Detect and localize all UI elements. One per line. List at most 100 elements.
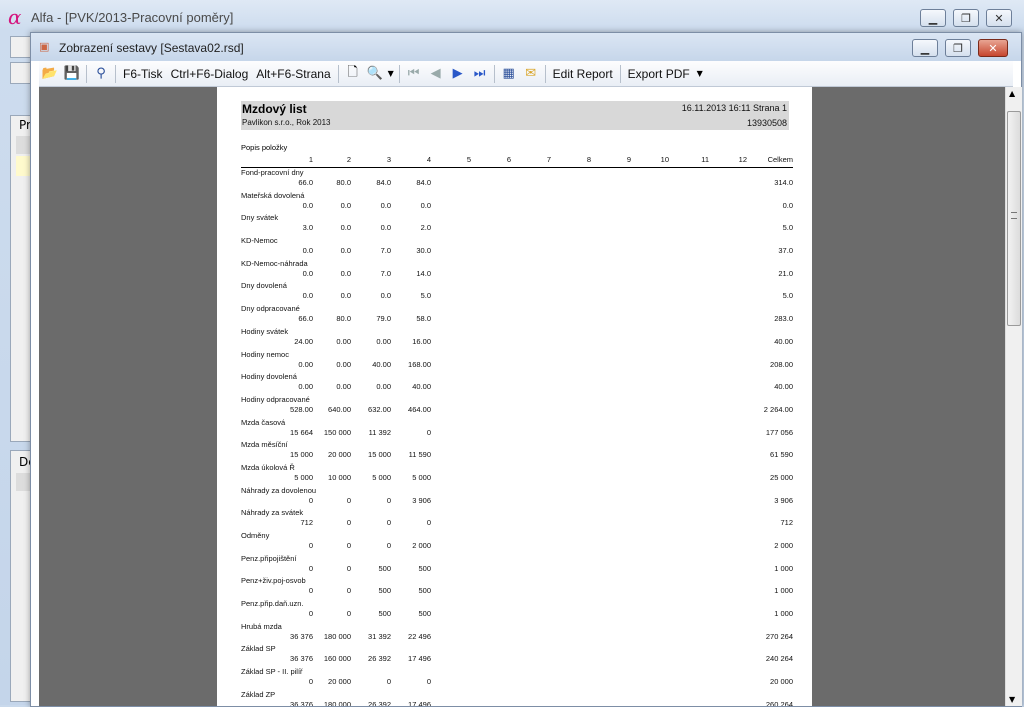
row-value: 0 xyxy=(308,609,313,619)
row-value: 500 xyxy=(418,563,431,573)
report-subtitle: Pavlikon s.r.o., Rok 2013 xyxy=(242,118,331,127)
export-dropdown-chevron-icon[interactable]: ▼ xyxy=(694,63,706,84)
table-row: Náhrady za svátek 712 0 0 0 712 xyxy=(241,507,793,530)
zoom-icon[interactable]: 🔍 xyxy=(364,63,386,84)
row-value: 0 xyxy=(308,541,313,550)
scrollbar-thumb[interactable] xyxy=(1007,111,1021,326)
column-number: 8 xyxy=(586,155,591,164)
inner-restore-button[interactable]: ❐ xyxy=(945,39,971,57)
row-value: 0 xyxy=(426,677,431,687)
table-row: Fond-pracovní dny 66.0 80.0 84.0 84.0 314.0 xyxy=(241,167,793,190)
row-value: 0.0 xyxy=(420,200,431,210)
row-value: 26 392 xyxy=(368,699,391,706)
row-total: 2 000 xyxy=(774,541,793,550)
page-button[interactable]: Alt+F6-Strana xyxy=(252,63,334,84)
table-row: Hodiny nemoc 0.00 0.00 40.00 168.00 208.00 xyxy=(241,349,793,372)
row-value: 0.00 xyxy=(298,382,313,392)
inner-close-button[interactable]: ✕ xyxy=(978,39,1008,57)
row-value: 180 000 xyxy=(323,699,351,706)
toolbar-separator xyxy=(398,64,400,83)
report-toolbar: 📂 💾 ⚲ F6-Tisk Ctrl+F6-Dialog Alt+F6-Stra… xyxy=(39,61,1013,87)
row-value: 10 000 xyxy=(328,472,351,482)
row-value: 17 496 xyxy=(408,699,431,706)
row-total: 283.0 xyxy=(774,314,793,324)
toolbar-separator xyxy=(619,64,621,83)
edit-report-button[interactable]: Edit Report xyxy=(549,63,617,84)
row-total: 270 264 xyxy=(765,631,793,641)
row-total: 240 264 xyxy=(765,654,793,664)
find-binoculars-icon[interactable]: ⚲ xyxy=(90,63,112,84)
column-label: Popis položky xyxy=(241,143,288,152)
row-total: 5.0 xyxy=(782,291,793,301)
toolbar-separator xyxy=(544,64,546,83)
table-row: Mateřská dovolená 0.0 0.0 0.0 0.0 0.0 xyxy=(241,190,793,213)
first-page-icon[interactable]: ⏮ xyxy=(403,63,425,84)
page-setup-icon[interactable]: 🗋 xyxy=(342,63,364,84)
row-value: 0 xyxy=(426,518,431,528)
previous-page-icon[interactable]: ◀ xyxy=(425,63,447,84)
table-row: Hrubá mzda 36 376 180 000 31 392 22 496 270 2… xyxy=(241,621,793,644)
table-row: KD-Nemoc-náhrada 0.0 0.0 7.0 14.0 21.0 xyxy=(241,258,793,281)
zoom-dropdown-chevron-icon[interactable]: ▼ xyxy=(386,63,396,84)
row-value: 84.0 xyxy=(416,178,431,187)
column-number: 5 xyxy=(466,155,471,164)
row-value: 0 xyxy=(346,563,351,573)
outer-restore-button[interactable]: ❐ xyxy=(953,9,979,27)
table-row: Dny svátek 3.0 0.0 0.0 2.0 5.0 xyxy=(241,212,793,235)
row-value: 2.0 xyxy=(420,223,431,233)
row-label: Mzda úkolová Ř xyxy=(241,462,295,472)
row-value: 66.0 xyxy=(298,314,313,324)
column-number: 1 xyxy=(308,155,313,164)
outer-minimize-button[interactable]: ▁ xyxy=(920,9,946,27)
row-value: 7.0 xyxy=(380,268,391,278)
table-row: Základ SP - II. pilíř 0 20 000 0 0 20 000 xyxy=(241,666,793,689)
row-value: 0 xyxy=(386,677,391,687)
row-value: 150 000 xyxy=(323,427,351,437)
row-value: 0.00 xyxy=(376,382,391,392)
dialog-button[interactable]: Ctrl+F6-Dialog xyxy=(167,63,253,84)
row-label: Dny svátek xyxy=(241,213,279,223)
row-label: Penz.připojištění xyxy=(241,553,297,563)
table-row: Odměny 0 0 0 2 000 2 000 xyxy=(241,530,793,553)
toolbar-separator xyxy=(493,64,495,83)
background-icon-fragment xyxy=(10,62,32,84)
report-title: Mzdový list xyxy=(242,102,307,116)
column-number: 2 xyxy=(346,155,351,164)
export-pdf-button[interactable]: Export PDF xyxy=(624,63,694,84)
row-value: 0 xyxy=(426,427,431,437)
row-total: 5.0 xyxy=(782,223,793,233)
toolbar-separator xyxy=(337,64,339,83)
table-row: Penz.přip.daň.uzn. 0 0 500 500 1 000 xyxy=(241,598,793,621)
row-value: 168.00 xyxy=(408,359,431,369)
row-value: 0 xyxy=(386,495,391,505)
report-preview-area[interactable]: Mzdový list Pavlikon s.r.o., Rok 2013 16… xyxy=(39,87,1005,706)
table-row: Penz+živ.poj-osvob 0 0 500 500 1 000 xyxy=(241,575,793,598)
last-page-icon[interactable]: ⏭ xyxy=(469,63,491,84)
row-value: 0.0 xyxy=(340,223,351,233)
row-total: 260 264 xyxy=(765,699,793,706)
outer-close-button[interactable]: ✕ xyxy=(986,9,1012,27)
row-total: 21.0 xyxy=(778,268,793,278)
row-value: 79.0 xyxy=(376,314,391,324)
scroll-down-icon[interactable]: ▼ xyxy=(1009,695,1015,704)
row-value: 500 xyxy=(378,586,391,596)
scroll-up-icon[interactable]: ▲ xyxy=(1009,89,1015,98)
row-value: 36 376 xyxy=(290,654,313,664)
table-row: Hodiny svátek 24.00 0.00 0.00 16.00 40.00 xyxy=(241,326,793,349)
open-folder-icon[interactable]: 📂 xyxy=(39,63,61,84)
row-value: 0.0 xyxy=(302,200,313,210)
next-page-icon[interactable]: ▶ xyxy=(447,63,469,84)
calculator-icon[interactable]: ▦ xyxy=(498,63,520,84)
vertical-scrollbar[interactable]: ▲ ▼ xyxy=(1005,87,1022,706)
save-icon[interactable]: 💾 xyxy=(61,63,83,84)
row-label: Základ ZP xyxy=(241,689,276,699)
row-value: 11 392 xyxy=(368,427,391,437)
row-value: 2 000 xyxy=(412,541,431,550)
inner-minimize-button[interactable]: ▁ xyxy=(912,39,938,57)
inner-window-title: Zobrazení sestavy [Sestava02.rsd] xyxy=(59,41,244,55)
table-row: Základ SP 36 376 160 000 26 392 17 496 240 26… xyxy=(241,643,793,666)
email-icon[interactable]: ✉ xyxy=(520,63,542,84)
table-row: KD-Nemoc 0.0 0.0 7.0 30.0 37.0 xyxy=(241,235,793,258)
table-row: Penz.připojištění 0 0 500 500 1 000 xyxy=(241,553,793,576)
print-button[interactable]: F6-Tisk xyxy=(119,63,167,84)
